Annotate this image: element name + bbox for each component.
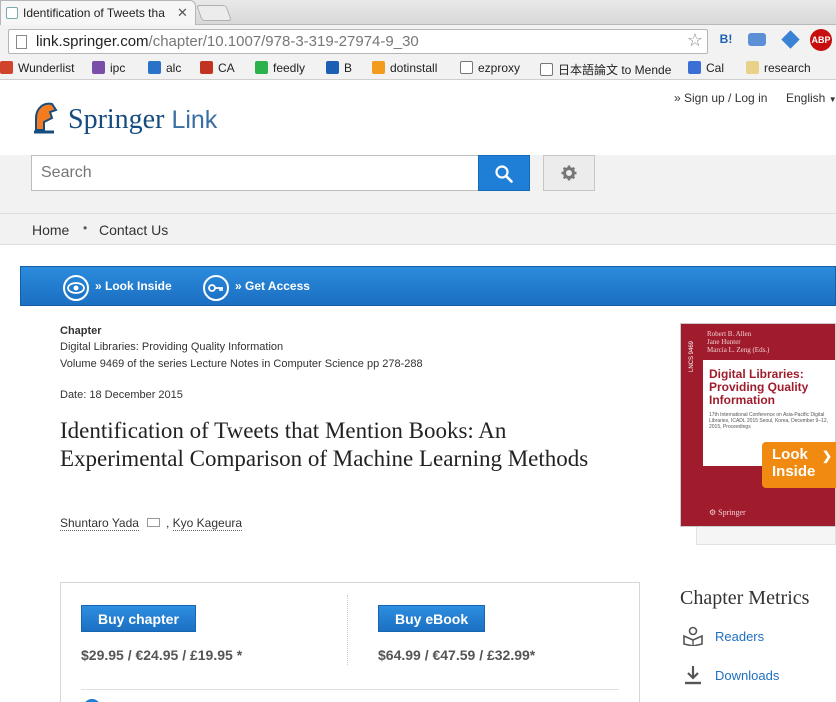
search-icon (495, 165, 513, 183)
site-nav: Home • Contact Us (0, 213, 836, 245)
purchase-divider (347, 595, 348, 665)
springer-horse-logo-icon[interactable] (30, 100, 60, 134)
buy-chapter-button[interactable]: Buy chapter (81, 605, 196, 632)
chapter-title: Identification of Tweets that Mention Bo… (60, 418, 589, 471)
bookmark-cal[interactable]: Cal (688, 61, 724, 75)
signup-login-link[interactable]: » Sign up / Log in (674, 91, 767, 105)
readers-label[interactable]: Readers (715, 629, 764, 644)
nav-home-link[interactable]: Home (32, 222, 69, 238)
cover-page-edge (696, 527, 836, 545)
buy-ebook-button[interactable]: Buy eBook (378, 605, 486, 632)
browser-toolbar: link.springer.com/chapter/10.1007/978-3-… (0, 25, 836, 58)
diamond-extension-icon[interactable] (780, 29, 800, 49)
search-settings-button[interactable] (543, 155, 595, 191)
bookmark-mendeley[interactable]: 日本語論文 to Mende (540, 61, 671, 78)
readers-icon (683, 626, 703, 646)
purchase-box: Buy chapter $29.95 / €24.95 / £19.95 * B… (60, 582, 640, 702)
dotinstall-icon (372, 61, 385, 74)
authors: Shuntaro Yada, Kyo Kageura (60, 516, 243, 531)
nav-separator: • (83, 221, 88, 235)
browser-tab[interactable]: Identification of Tweets tha ✕ (0, 0, 196, 25)
new-tab-button[interactable] (196, 5, 232, 21)
bookmark-ezproxy[interactable]: ezproxy (460, 61, 520, 75)
folder-icon (746, 61, 759, 74)
book-cover[interactable]: Robert B. Allen Jane Hunter Marcia L. Ze… (680, 323, 836, 527)
bookmark-wunderlist[interactable]: Wunderlist (0, 61, 74, 75)
gear-icon (561, 165, 577, 181)
author-separator: , (165, 516, 170, 530)
get-access-link[interactable]: » Get Access (235, 279, 310, 293)
language-selector[interactable]: English ▼ (786, 91, 836, 105)
bookmark-research[interactable]: research (746, 61, 811, 75)
cover-title: Digital Libraries: Providing Quality Inf… (709, 367, 809, 407)
chapter-metrics-heading: Chapter Metrics (680, 587, 810, 609)
browser-tabbar: Identification of Tweets tha ✕ (0, 0, 836, 25)
chevron-right-icon: ❯ (821, 449, 832, 463)
bookmark-feedly[interactable]: feedly (255, 61, 305, 75)
page-icon (540, 63, 553, 76)
chapter-price: $29.95 / €24.95 / £19.95 * (81, 647, 243, 663)
publication-date: Date: 18 December 2015 (60, 389, 183, 401)
feedly-icon (255, 61, 268, 74)
page-icon (460, 61, 473, 74)
purchase-separator (81, 689, 619, 690)
search-band (0, 155, 836, 213)
bookmark-ipc[interactable]: ipc (92, 61, 125, 75)
eye-icon[interactable] (63, 275, 89, 301)
bookmarks-bar: Wunderlist ipc alc CA feedly B dotinstal… (0, 58, 836, 80)
bookmark-alc[interactable]: alc (148, 61, 181, 75)
url-text[interactable]: link.springer.com/chapter/10.1007/978-3-… (36, 33, 419, 50)
access-bar: » Look Inside » Get Access (20, 266, 836, 306)
ebook-price: $64.99 / €47.59 / £32.99* (378, 647, 536, 663)
springer-link-logo[interactable]: Springer Link (68, 104, 217, 136)
book-title-link[interactable]: Digital Libraries: Providing Quality Inf… (60, 341, 283, 353)
cover-series: LNCS 9469 (689, 340, 695, 372)
bookmark-dotinstall[interactable]: dotinstall (372, 61, 437, 75)
adblock-icon[interactable]: ABP (810, 29, 832, 51)
look-inside-link[interactable]: » Look Inside (95, 279, 172, 293)
author-link[interactable]: Shuntaro Yada (60, 516, 139, 531)
bookmark-star-icon[interactable]: ☆ (687, 30, 703, 51)
search-button[interactable] (478, 155, 530, 191)
web-page: Springer Link » Sign up / Log in English… (0, 80, 836, 702)
mail-icon[interactable] (146, 518, 160, 527)
search-input[interactable] (31, 155, 479, 191)
bookmark-b[interactable]: B (326, 61, 352, 75)
downloads-label[interactable]: Downloads (715, 668, 779, 683)
ca-icon (200, 61, 213, 74)
tab-title: Identification of Tweets tha (23, 6, 165, 20)
ipc-icon (92, 61, 105, 74)
download-icon (685, 666, 701, 685)
bookmark-ca[interactable]: CA (200, 61, 235, 75)
chat-extension-icon[interactable] (748, 29, 768, 49)
address-bar[interactable]: link.springer.com/chapter/10.1007/978-3-… (8, 29, 708, 54)
nav-contact-link[interactable]: Contact Us (99, 222, 168, 238)
look-inside-button[interactable]: Look Inside ❯ (762, 442, 836, 488)
hatena-bookmark-icon[interactable]: B! (716, 29, 736, 49)
hatena-icon (326, 61, 339, 74)
alc-icon (148, 61, 161, 74)
calendar-icon (688, 61, 701, 74)
author-link[interactable]: Kyo Kageura (172, 516, 243, 531)
springer-favicon-icon (6, 7, 18, 19)
metric-downloads[interactable]: Downloads (680, 665, 836, 687)
key-icon[interactable] (203, 275, 229, 301)
page-icon (16, 35, 27, 49)
series-info[interactable]: Volume 9469 of the series Lecture Notes … (60, 358, 423, 370)
cover-conference: 17th International Conference on Asia-Pa… (709, 412, 829, 430)
close-tab-icon[interactable]: ✕ (177, 5, 188, 21)
cover-editors: Robert B. Allen Jane Hunter Marcia L. Ze… (707, 330, 770, 354)
metric-readers[interactable]: Readers (680, 626, 836, 648)
cover-publisher: ⚙ Springer (709, 508, 746, 517)
chevron-down-icon: ▼ (828, 95, 836, 104)
content-type-label: Chapter (60, 325, 102, 337)
wunderlist-icon (0, 61, 13, 74)
site-header: Springer Link » Sign up / Log in English… (0, 80, 836, 155)
